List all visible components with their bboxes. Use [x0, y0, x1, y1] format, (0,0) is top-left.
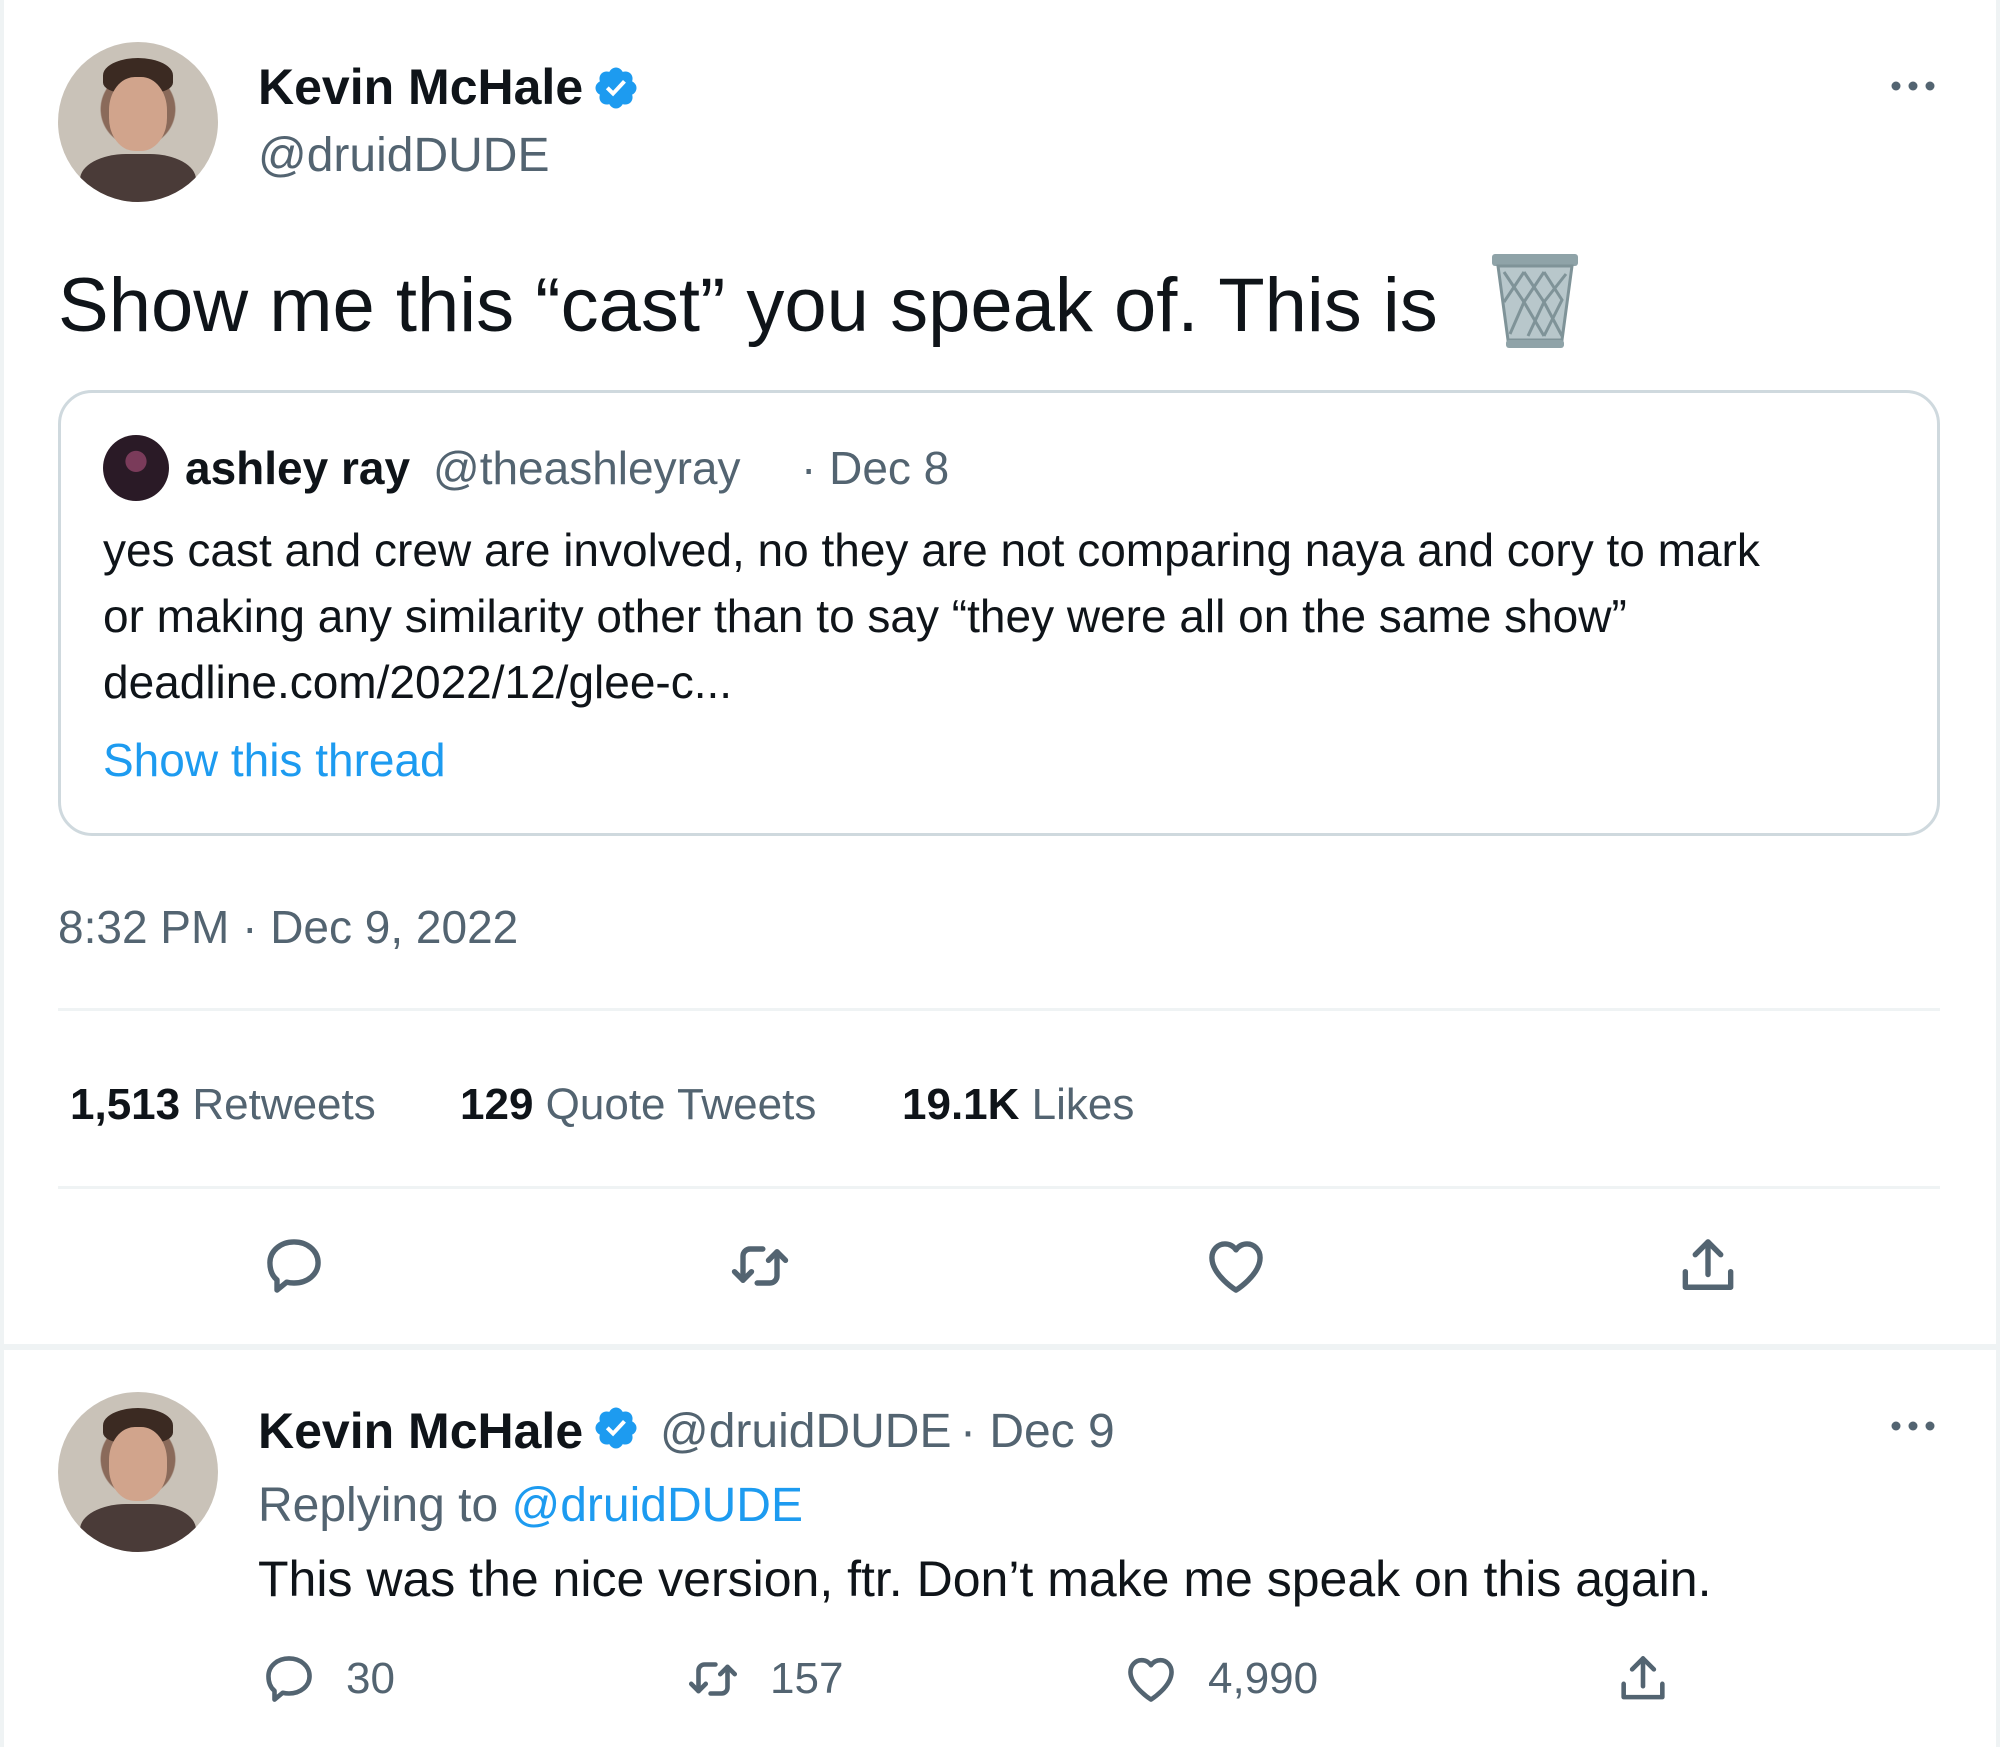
replying-to-label: Replying to — [258, 1479, 499, 1532]
share-icon[interactable] — [1674, 1232, 1742, 1300]
reply-icon[interactable] — [260, 1232, 328, 1300]
quote-tweets-count: 129 — [460, 1080, 534, 1129]
reply-text: This was the nice version, ftr. Don’t ma… — [258, 1551, 1712, 1607]
quote-tweets-label: Quote Tweets — [545, 1080, 817, 1129]
reply-date[interactable]: · Dec 9 — [960, 1404, 1115, 1459]
tweet-text: Show me this “cast” you speak of. This i… — [58, 263, 1438, 348]
like-icon[interactable] — [1202, 1232, 1270, 1300]
retweets-count: 1,513 — [70, 1080, 181, 1129]
like-count: 4,990 — [1208, 1654, 1319, 1703]
wastebasket-icon — [1492, 254, 1578, 348]
replying-to-line: Replying to @druidDUDE — [258, 1478, 803, 1533]
verified-badge-icon — [595, 67, 637, 109]
quoted-link[interactable]: deadline.com/2022/12/glee-c... — [103, 655, 732, 709]
verified-badge-icon — [595, 1407, 637, 1449]
quoted-text-line: or making any similarity other than to s… — [103, 590, 1627, 642]
retweet-icon[interactable] — [726, 1232, 794, 1300]
share-icon — [1621, 1656, 1665, 1700]
likes-count: 19.1K — [902, 1080, 1020, 1129]
quoted-tweet-card[interactable]: ashley ray @theashleyray · Dec 8 yes cas… — [58, 390, 1940, 836]
reply-author-handle[interactable]: @druidDUDE — [660, 1404, 951, 1459]
quoted-author-name[interactable]: ashley ray — [185, 441, 410, 495]
divider — [58, 1008, 1940, 1011]
avatar[interactable] — [58, 42, 218, 202]
avatar[interactable] — [58, 1392, 218, 1552]
reply-retweet-action[interactable]: 157 — [684, 1650, 843, 1708]
tweet-screenshot: Kevin McHale @druidDUDE Show me this “ca… — [0, 0, 2000, 1747]
reply-author-name[interactable]: Kevin McHale — [258, 1402, 583, 1460]
like-icon — [1128, 1657, 1174, 1702]
author-handle[interactable]: @druidDUDE — [258, 128, 549, 183]
likes-stat[interactable]: 19.1K Likes — [902, 1080, 1134, 1130]
quoted-avatar[interactable] — [103, 435, 169, 501]
quoted-text-line: yes cast and crew are involved, no they … — [103, 524, 1760, 576]
tweet-separator — [0, 1344, 2000, 1350]
tweet-timestamp[interactable]: 8:32 PM · Dec 9, 2022 — [58, 900, 518, 954]
replying-to-mention[interactable]: @druidDUDE — [511, 1479, 802, 1532]
more-options-icon[interactable] — [1888, 76, 1938, 96]
quoted-date[interactable]: · Dec 8 — [801, 441, 949, 495]
right-edge — [1996, 0, 2000, 1747]
more-options-icon[interactable] — [1888, 1416, 1938, 1436]
quote-tweets-stat[interactable]: 129 Quote Tweets — [460, 1080, 816, 1130]
retweets-label: Retweets — [192, 1080, 376, 1129]
reply-like-action[interactable]: 4,990 — [1122, 1650, 1318, 1708]
show-thread-link[interactable]: Show this thread — [103, 733, 446, 787]
reply-count: 30 — [346, 1654, 395, 1703]
reply-reply-action[interactable]: 30 — [260, 1650, 395, 1708]
reply-icon — [266, 1656, 312, 1702]
author-name[interactable]: Kevin McHale — [258, 58, 583, 116]
retweets-stat[interactable]: 1,513 Retweets — [70, 1080, 376, 1130]
retweet-icon — [688, 1662, 738, 1696]
divider — [58, 1186, 1940, 1189]
likes-label: Likes — [1031, 1080, 1135, 1129]
retweet-count: 157 — [770, 1654, 844, 1703]
left-edge — [0, 0, 4, 1747]
reply-share-action[interactable] — [1614, 1650, 1672, 1708]
quoted-author-handle[interactable]: @theashleyray — [433, 441, 741, 495]
